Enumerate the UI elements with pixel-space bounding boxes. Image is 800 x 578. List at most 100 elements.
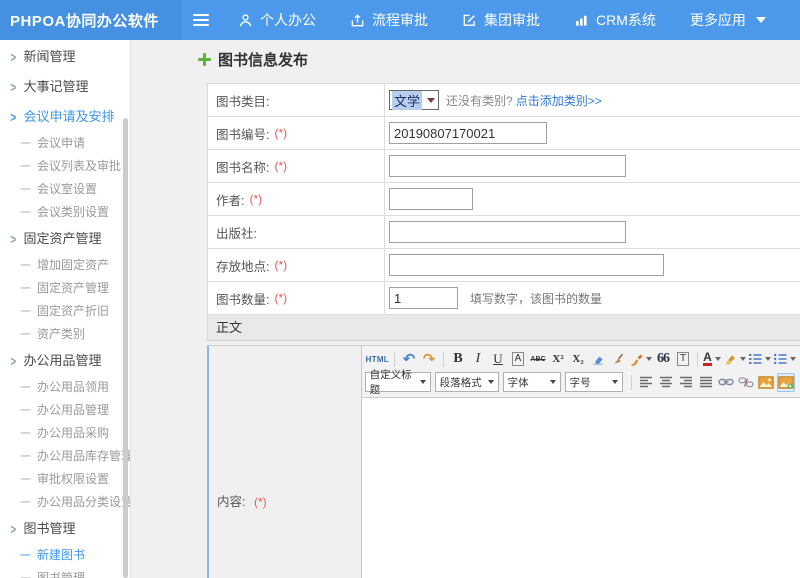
sidebar-item-fixed-asset-management[interactable]: 一固定资产管理 (0, 277, 130, 300)
sidebar-item-supplies-purchase[interactable]: 一办公用品采购 (0, 422, 130, 445)
sidebar-item-supplies-category-settings[interactable]: 一办公用品分类设置 (0, 491, 130, 514)
chevron-right-icon: > (10, 511, 16, 549)
blockquote-button[interactable]: 66 (654, 350, 672, 369)
sidebar-item-supplies-requisition[interactable]: 一办公用品领用 (0, 376, 130, 399)
insert-image-button[interactable] (757, 373, 775, 392)
font-family-select[interactable]: 字体 (503, 372, 561, 392)
sidebar-item-fixed-asset-depreciation[interactable]: 一固定资产折旧 (0, 300, 130, 323)
user-icon (238, 13, 253, 28)
chevron-right-icon: > (10, 221, 16, 259)
redo-button[interactable]: ↷ (420, 350, 438, 369)
editor-content-area[interactable] (362, 398, 800, 578)
sidebar-scrollbar[interactable] (123, 118, 128, 578)
nav-label: 流程审批 (372, 10, 428, 30)
required-mark: (*) (274, 291, 287, 305)
nav-group-approval[interactable]: 集团审批 (462, 10, 540, 30)
sidebar-item-new-book[interactable]: 一新建图书 (0, 544, 130, 567)
sidebar-item-add-fixed-asset[interactable]: 一增加固定资产 (0, 254, 130, 277)
clear-format-button[interactable] (609, 350, 627, 369)
sidebar-item-supplies-management[interactable]: 一办公用品管理 (0, 399, 130, 422)
nav-personal-office[interactable]: 个人办公 (238, 10, 316, 30)
dash-bullet-icon: 一 (20, 207, 31, 219)
sidebar-item-supplies-inventory[interactable]: 一办公用品库存管理 (0, 445, 130, 468)
required-mark: (*) (274, 258, 287, 272)
nav-workflow-approval[interactable]: 流程审批 (350, 10, 428, 30)
author-input[interactable] (389, 188, 473, 210)
nav-more-apps[interactable]: 更多应用 (690, 10, 766, 30)
form-row-author: 作者: (*) (208, 183, 800, 216)
undo-button[interactable]: ↶ (400, 350, 418, 369)
workflow-icon (350, 13, 365, 28)
sidebar-item-meeting-room-settings[interactable]: 一会议室设置 (0, 178, 130, 201)
sidebar-item-book-list-management[interactable]: 一图书管理 (0, 567, 130, 578)
caret-down-icon (765, 357, 771, 361)
unordered-list-button[interactable] (773, 350, 796, 369)
add-category-link[interactable]: 点击添加类别>> (516, 92, 602, 109)
sidebar-item-news-management[interactable]: >新闻管理 (0, 42, 130, 72)
sidebar-item-asset-category[interactable]: 一资产类别 (0, 323, 130, 346)
custom-heading-select[interactable]: 自定义标题 (365, 372, 431, 392)
paragraph-format-select[interactable]: 段落格式 (435, 372, 499, 392)
align-justify-button[interactable] (697, 373, 715, 392)
font-name-button[interactable]: A (509, 350, 527, 369)
align-center-button[interactable] (657, 373, 675, 392)
caret-down-icon (715, 357, 721, 361)
strikethrough-button[interactable]: ABC (529, 350, 547, 369)
highlight-color-button[interactable] (723, 350, 746, 369)
ordered-list-button[interactable] (748, 350, 771, 369)
insert-link-button[interactable] (717, 373, 735, 392)
unlink-button[interactable] (737, 373, 755, 392)
category-select[interactable]: 文学 (389, 90, 439, 110)
dash-bullet-icon: 一 (20, 428, 31, 440)
menu-toggle-button[interactable] (186, 0, 216, 40)
nav-label: 更多应用 (690, 10, 746, 30)
toolbar-separator (631, 375, 632, 390)
field-label: 出版社: (216, 223, 257, 242)
dash-bullet-icon: 一 (20, 260, 31, 272)
nav-crm-system[interactable]: CRM系统 (574, 10, 656, 30)
quantity-input[interactable] (389, 287, 458, 309)
nav-label: CRM系统 (596, 10, 656, 30)
sidebar-item-book-management[interactable]: >图书管理 (0, 514, 130, 544)
font-color-icon: A (703, 352, 712, 366)
highlighter-icon (723, 352, 737, 366)
superscript-button[interactable]: X² (549, 350, 567, 369)
align-right-button[interactable] (677, 373, 695, 392)
dash-bullet-icon: 一 (20, 283, 31, 295)
subscript-button[interactable]: X₂ (569, 350, 587, 369)
remove-format-button[interactable] (589, 350, 607, 369)
font-size-select[interactable]: 字号 (565, 372, 623, 392)
book-name-input[interactable] (389, 155, 626, 177)
italic-button[interactable]: I (469, 350, 487, 369)
form-row-publisher: 出版社: (208, 216, 800, 249)
source-code-button[interactable]: HTML (366, 350, 389, 369)
sidebar-item-approval-permission-settings[interactable]: 一审批权限设置 (0, 468, 130, 491)
header-nav: 个人办公 流程审批 集团审批 CRM系统 更多应用 (238, 10, 800, 30)
sidebar-item-office-supplies[interactable]: >办公用品管理 (0, 346, 130, 376)
book-form: 图书类目: 文学 还没有类别? 点击添加类别>> 图书编号: (*) (207, 83, 800, 315)
publisher-input[interactable] (389, 221, 626, 243)
bold-button[interactable]: B (449, 350, 467, 369)
sidebar-item-events-management[interactable]: >大事记管理 (0, 72, 130, 102)
sidebar-item-meeting-request[interactable]: >会议申请及安排 (0, 102, 130, 132)
field-label: 图书类目: (216, 91, 269, 110)
media-image-plus-icon (778, 376, 794, 389)
align-left-button[interactable] (637, 373, 655, 392)
main-content: 图书信息发布 图书类目: 文学 还没有类别? 点击添加类别>> 图 (132, 40, 800, 578)
sidebar-item-meeting-list-approval[interactable]: 一会议列表及审批 (0, 155, 130, 178)
dash-bullet-icon: 一 (20, 405, 31, 417)
unordered-list-icon (773, 352, 787, 366)
sidebar-item-fixed-assets[interactable]: >固定资产管理 (0, 224, 130, 254)
sidebar-item-meeting-category-settings[interactable]: 一会议类别设置 (0, 201, 130, 224)
location-input[interactable] (389, 254, 664, 276)
insert-media-button[interactable] (777, 373, 795, 392)
underline-button[interactable]: U (489, 350, 507, 369)
hamburger-icon (193, 19, 209, 21)
caret-down-icon (740, 357, 746, 361)
paste-as-text-button[interactable]: T (674, 350, 692, 369)
sidebar-item-meeting-apply[interactable]: 一会议申请 (0, 132, 130, 155)
dash-bullet-icon: 一 (20, 184, 31, 196)
font-color-button[interactable]: A (703, 350, 721, 369)
book-number-input[interactable] (389, 122, 547, 144)
format-painter-button[interactable] (629, 350, 652, 369)
